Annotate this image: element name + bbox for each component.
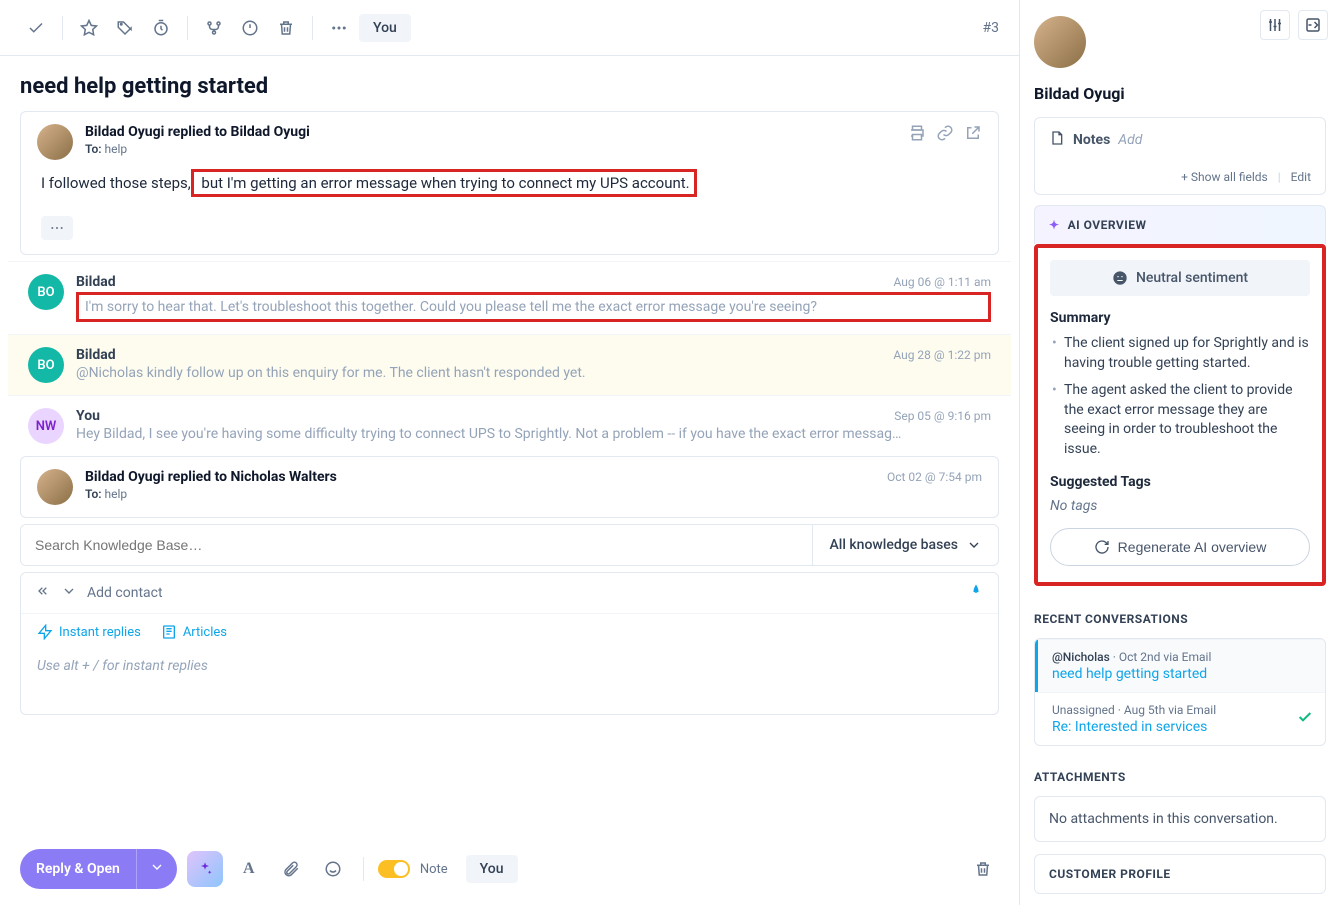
summary-item: The client signed up for Sprightly and i…: [1064, 334, 1310, 373]
reply-all-icon[interactable]: [35, 583, 51, 603]
thread: Bildad Oyugi replied to Bildad Oyugi To:…: [0, 111, 1019, 839]
chevron-down-icon[interactable]: [61, 583, 77, 603]
no-tags: No tags: [1050, 498, 1310, 514]
message-card: Bildad Oyugi replied to Bildad Oyugi To:…: [20, 111, 999, 255]
bottom-bar: Reply & Open A Note You: [0, 839, 1019, 905]
avatar: [37, 469, 73, 505]
refresh-icon: [1094, 539, 1110, 555]
toolbar: You #3: [0, 0, 1019, 56]
branch-icon[interactable]: [198, 12, 230, 44]
ai-assist-button[interactable]: [187, 851, 223, 887]
notes-add[interactable]: Add: [1118, 132, 1142, 148]
attachments-heading: ATTACHMENTS: [1020, 758, 1340, 796]
tag-icon[interactable]: [109, 12, 141, 44]
contact-name: Bildad Oyugi: [1034, 84, 1326, 103]
check-icon: [1297, 709, 1313, 729]
expand-quote-icon[interactable]: [41, 216, 73, 240]
more-icon[interactable]: [323, 12, 355, 44]
contact-avatar: [1034, 16, 1086, 68]
ai-overview-heading: AI OVERVIEW: [1068, 218, 1147, 232]
message-from: Bildad Oyugi replied to Bildad Oyugi: [85, 124, 896, 140]
kb-scope-select[interactable]: All knowledge bases: [812, 525, 998, 565]
message-body: Hey Bildad, I see you're having some dif…: [76, 426, 991, 442]
print-icon[interactable]: [908, 124, 926, 146]
kb-search-row: All knowledge bases: [20, 524, 999, 566]
message-time: Oct 02 @ 7:54 pm: [887, 470, 982, 484]
right-sidebar: Bildad Oyugi Notes Add + Show all fields…: [1020, 0, 1340, 905]
text-format-icon[interactable]: A: [233, 853, 265, 885]
neutral-face-icon: [1112, 270, 1128, 286]
highlighted-text: but I'm getting an error message when tr…: [191, 169, 697, 197]
avatar: NW: [28, 408, 64, 444]
highlighted-text: I'm sorry to hear that. Let's troublesho…: [76, 292, 991, 322]
regenerate-button[interactable]: Regenerate AI overview: [1050, 528, 1310, 566]
recent-conversation[interactable]: Unassigned · Aug 5th via Email Re: Inter…: [1035, 692, 1325, 745]
message-author: You: [76, 408, 100, 424]
message-time: Sep 05 @ 9:16 pm: [894, 409, 991, 423]
message-card[interactable]: Bildad Oyugi replied to Nicholas Walters…: [20, 456, 999, 518]
sender-chip[interactable]: You: [466, 855, 518, 883]
message-time: Aug 28 @ 1:22 pm: [893, 348, 991, 362]
composer: Add contact Instant replies Articles Use…: [20, 572, 999, 715]
avatar: BO: [28, 347, 64, 383]
alert-icon[interactable]: [234, 12, 266, 44]
message-row[interactable]: BO Bildad Aug 06 @ 1:11 am I'm sorry to …: [8, 261, 1011, 334]
settings-icon[interactable]: [1260, 10, 1290, 40]
link-icon[interactable]: [936, 124, 954, 146]
add-contact-field[interactable]: Add contact: [87, 585, 163, 601]
avatar: [37, 124, 73, 160]
check-icon[interactable]: [20, 12, 52, 44]
discard-icon[interactable]: [967, 853, 999, 885]
avatar: BO: [28, 274, 64, 310]
note-row[interactable]: BO Bildad Aug 28 @ 1:22 pm @Nicholas kin…: [8, 334, 1011, 395]
reply-button[interactable]: Reply & Open: [20, 849, 177, 889]
show-all-fields[interactable]: + Show all fields: [1181, 170, 1268, 184]
ticket-id: #3: [983, 20, 1000, 36]
note-label: Note: [420, 862, 448, 877]
recent-heading: RECENT CONVERSATIONS: [1020, 600, 1340, 638]
note-toggle[interactable]: [378, 860, 410, 878]
message-to: To: help: [85, 487, 982, 501]
edit-contact[interactable]: Edit: [1291, 170, 1311, 184]
sentiment-chip: Neutral sentiment: [1050, 260, 1310, 296]
page-title: need help getting started: [20, 74, 999, 99]
message-author: Bildad: [76, 347, 116, 363]
customer-profile-heading[interactable]: CUSTOMER PROFILE: [1034, 854, 1326, 894]
notes-label: Notes: [1073, 132, 1110, 148]
reply-dropdown[interactable]: [136, 849, 177, 889]
message-from: Bildad Oyugi replied to Nicholas Walters: [85, 469, 337, 485]
emoji-icon[interactable]: [317, 853, 349, 885]
attachment-icon[interactable]: [275, 853, 307, 885]
external-icon[interactable]: [964, 124, 982, 146]
attachments-empty: No attachments in this conversation.: [1035, 797, 1325, 841]
instant-replies-link[interactable]: Instant replies: [37, 624, 141, 640]
pin-icon[interactable]: [968, 583, 984, 603]
summary-heading: Summary: [1050, 310, 1310, 326]
recent-conversation[interactable]: @Nicholas · Oct 2nd via Email need help …: [1035, 639, 1325, 692]
ai-overview-panel: Neutral sentiment Summary The client sig…: [1034, 244, 1326, 586]
message-author: Bildad: [76, 274, 116, 290]
trash-icon[interactable]: [270, 12, 302, 44]
message-row[interactable]: NW You Sep 05 @ 9:16 pm Hey Bildad, I se…: [8, 395, 1011, 456]
message-body: I followed those steps, but I'm getting …: [21, 164, 998, 208]
message-to: To: help: [85, 142, 896, 156]
summary-item: The agent asked the client to provide th…: [1064, 381, 1310, 459]
assignee-chip[interactable]: You: [359, 14, 411, 42]
tags-heading: Suggested Tags: [1050, 474, 1310, 490]
star-icon[interactable]: [73, 12, 105, 44]
message-body: @Nicholas kindly follow up on this enqui…: [76, 365, 991, 381]
sparkle-icon: ✦: [1049, 218, 1060, 232]
collapse-icon[interactable]: [1298, 10, 1328, 40]
composer-input[interactable]: Use alt + / for instant replies: [21, 650, 998, 714]
chevron-down-icon: [966, 537, 982, 553]
message-time: Aug 06 @ 1:11 am: [894, 275, 991, 289]
articles-link[interactable]: Articles: [161, 624, 227, 640]
clock-icon[interactable]: [145, 12, 177, 44]
notes-icon: [1049, 130, 1065, 150]
kb-search-input[interactable]: [21, 525, 812, 565]
